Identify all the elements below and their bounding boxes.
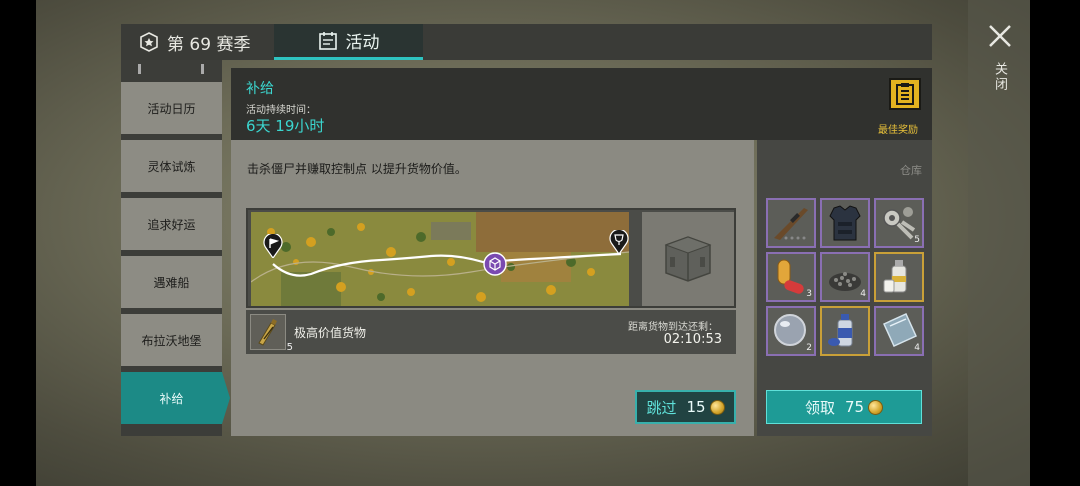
close-icon: [989, 25, 1011, 47]
warehouse-item-aerosol-can[interactable]: [820, 306, 870, 356]
cargo-crate-preview: [642, 212, 734, 306]
close-label[interactable]: 关闭: [990, 62, 1009, 92]
close-button[interactable]: [986, 22, 1014, 50]
route-map-frame: [246, 208, 736, 308]
sidebar-item-shipwreck[interactable]: 遇难船: [121, 256, 222, 308]
rifle-icon: [774, 208, 808, 240]
ammo-icon: [258, 319, 277, 346]
tab-activity[interactable]: 活动: [274, 24, 423, 60]
route-map: [251, 212, 629, 306]
duration-value: 6天 19小时: [246, 117, 325, 135]
cargo-info-row: 5 极高价值货物 距离货物到达还剩： 02:10:53: [246, 310, 736, 354]
destination-marker: [609, 228, 629, 256]
skip-label: 跳过: [646, 398, 677, 417]
sidebar-item-label: 遇难船: [153, 275, 190, 290]
map-terrain: [251, 212, 629, 306]
event-header: 补给 活动持续时间： 6天 19小时 最佳奖励: [231, 68, 932, 140]
clipboard-icon: [896, 83, 914, 105]
sidebar-item-label: 布拉沃地堡: [141, 333, 202, 348]
event-title: 补给: [246, 81, 274, 97]
season-badge-icon: [140, 32, 158, 52]
sidebar-scroll-indicator: [121, 60, 222, 78]
warehouse-title: 仓库: [900, 164, 922, 177]
item-count: 2: [806, 343, 812, 353]
tab-activity-label: 活动: [345, 33, 380, 53]
warehouse-panel: 仓库 5 3 4 2 4 领取 75: [757, 140, 932, 436]
coin-icon: [868, 399, 884, 415]
item-count: 4: [860, 289, 866, 299]
coin-icon: [709, 399, 725, 415]
calendar-icon: [318, 31, 337, 50]
screen-edge-right: [1030, 0, 1080, 486]
item-count: 4: [914, 343, 920, 353]
supply-content-panel: 击杀僵尸并赚取控制点 以提升货物价值。 5 极高价值货物 距离货物到达还剩： 0…: [231, 140, 754, 436]
screen-edge-left: [0, 0, 36, 486]
aerosol-can-icon: [828, 314, 853, 347]
cargo-count: 5: [286, 342, 293, 353]
warehouse-item-gravel[interactable]: 4: [820, 252, 870, 302]
activity-sidebar[interactable]: 活动日历 灵体试炼 追求好运 遇难船 布拉沃地堡 补给: [121, 60, 230, 436]
tab-season[interactable]: 第 69 赛季: [121, 24, 274, 60]
claim-cost: 75: [844, 398, 865, 416]
duration-label: 活动持续时间：: [246, 105, 316, 116]
body-armor-icon: [829, 205, 861, 241]
crate-icon: [664, 236, 712, 282]
warehouse-item-lens[interactable]: 2: [766, 306, 816, 356]
best-reward-button[interactable]: [889, 78, 921, 110]
item-count: 3: [806, 289, 812, 299]
best-reward-label: 最佳奖励: [878, 125, 918, 136]
arrival-label: 距离货物到达还剩：: [628, 322, 718, 333]
warehouse-item-rifle[interactable]: [766, 198, 816, 248]
sidebar-item-luck[interactable]: 追求好运: [121, 198, 222, 250]
claim-button[interactable]: 领取 75: [766, 390, 922, 424]
sidebar-item-supply[interactable]: 补给: [121, 372, 230, 424]
sidebar-item-calendar[interactable]: 活动日历: [121, 82, 222, 134]
warehouse-item-glass-plate[interactable]: 4: [874, 306, 924, 356]
spray-can-icon: [883, 260, 907, 293]
warehouse-item-body-armor[interactable]: [820, 198, 870, 248]
start-flag-marker: [263, 232, 283, 260]
arrival-countdown: 02:10:53: [663, 332, 722, 347]
sidebar-item-bravo-bunker[interactable]: 布拉沃地堡: [121, 314, 222, 366]
skip-button[interactable]: 跳过 15: [635, 390, 736, 424]
item-count: 5: [914, 235, 920, 245]
sidebar-item-spirit-trial[interactable]: 灵体试炼: [121, 140, 222, 192]
cargo-position-marker: [483, 252, 507, 276]
cargo-name: 极高价值货物: [294, 326, 367, 340]
sidebar-item-label: 补给: [159, 391, 184, 406]
warehouse-item-mechanical-parts[interactable]: 5: [874, 198, 924, 248]
warehouse-item-spray-can[interactable]: [874, 252, 924, 302]
game-screen: 第 69 赛季 活动 活动日历 灵体试炼 追求好运 遇难船 布拉沃地堡 补给 补…: [0, 0, 1080, 486]
claim-label: 领取: [804, 398, 835, 417]
skip-cost: 15: [686, 398, 706, 416]
event-description: 击杀僵尸并赚取控制点 以提升货物价值。: [247, 162, 467, 176]
top-tab-bar: 第 69 赛季 活动: [121, 24, 932, 60]
cargo-item-slot[interactable]: 5: [250, 314, 293, 353]
sidebar-item-label: 追求好运: [147, 217, 196, 232]
sidebar-item-label: 活动日历: [147, 101, 196, 116]
warehouse-item-pills[interactable]: 3: [766, 252, 816, 302]
sidebar-item-label: 灵体试炼: [147, 159, 196, 174]
tab-season-label: 第 69 赛季: [167, 34, 251, 55]
